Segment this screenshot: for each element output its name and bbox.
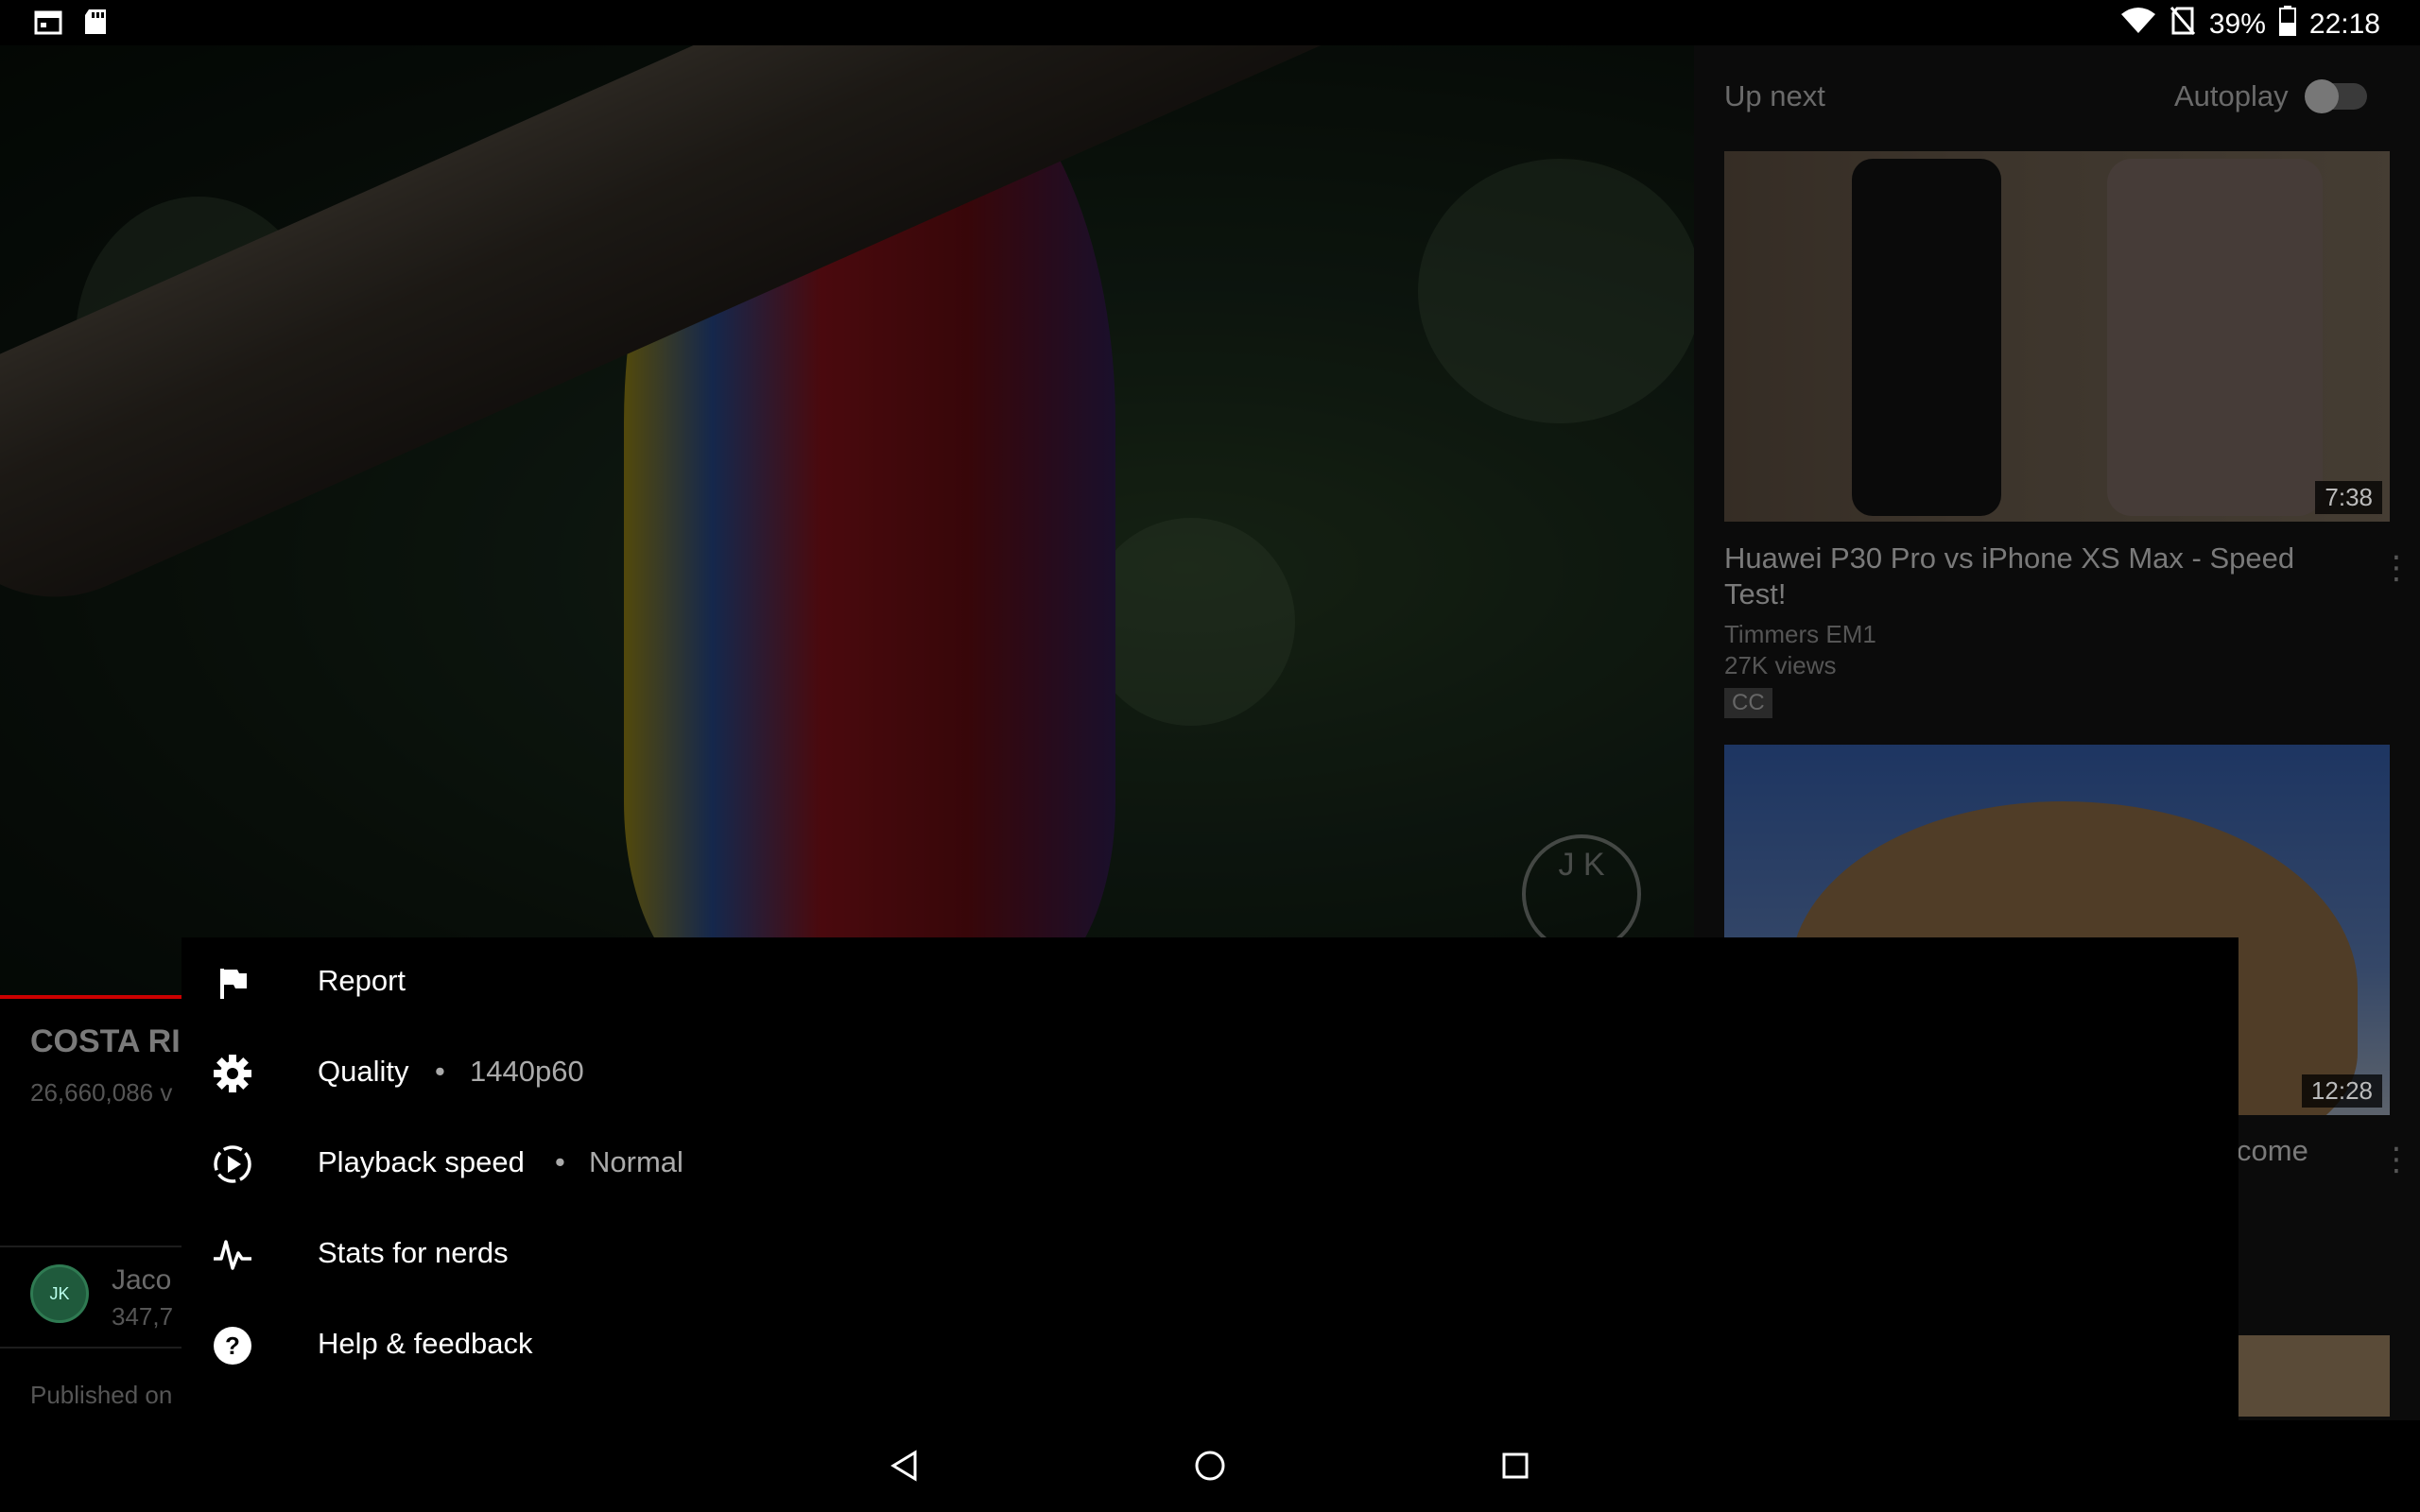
no-sim-icon [2169,6,2196,43]
menu-value-playback-speed: Normal [589,1145,683,1178]
menu-item-report[interactable]: Report [182,937,2238,1028]
cc-badge: CC [1724,688,1772,718]
navigation-bar [0,1420,2420,1512]
sd-card-icon [83,8,108,41]
menu-separator: • [435,1055,445,1088]
thumbnail-dim [1724,151,2390,522]
menu-item-help-feedback[interactable]: ? Help & feedback [182,1300,2238,1391]
menu-label-quality: Quality [318,1055,409,1088]
flag-icon [212,962,253,1004]
menu-value-quality: 1440p60 [470,1055,584,1088]
svg-text:?: ? [225,1332,240,1360]
avatar[interactable]: JK [30,1264,89,1323]
video-duration: 7:38 [2315,481,2382,514]
recents-icon[interactable] [1495,1445,1536,1486]
menu-item-stats-for-nerds[interactable]: Stats for nerds [182,1210,2238,1300]
menu-label-help-feedback: Help & feedback [318,1327,533,1360]
help-icon: ? [212,1325,253,1366]
more-options-icon[interactable]: ⋮ [2380,552,2412,584]
video-duration: 12:28 [2301,1074,2382,1108]
pulse-icon [212,1234,253,1276]
home-icon[interactable] [1189,1445,1231,1486]
calendar-icon [34,8,62,41]
video-dim-overlay [0,45,1694,995]
wifi-icon [2120,7,2156,43]
up-next-title-1[interactable]: Huawei P30 Pro vs iPhone XS Max - Speed … [1724,541,2329,612]
playback-speed-icon [212,1143,253,1185]
up-next-channel-1: Timmers EM1 [1724,620,1876,648]
status-bar-right: 39% 22:18 [2120,6,2380,43]
video-player[interactable]: J K [0,45,1694,995]
menu-label-report: Report [318,964,406,997]
up-next-header: Up next [1724,79,1825,112]
channel-name[interactable]: Jaco [112,1264,171,1297]
menu-item-playback-speed[interactable]: Playback speed • Normal [182,1119,2238,1210]
menu-item-quality[interactable]: Quality • 1440p60 [182,1028,2238,1119]
status-bar-left [34,8,108,41]
battery-icon [2278,6,2296,43]
menu-separator: • [555,1145,565,1178]
menu-label-playback-speed: Playback speed [318,1145,525,1178]
options-bottom-sheet: Report Quality • 1440p60 Playback speed … [182,937,2238,1420]
up-next-thumbnail-3[interactable] [2238,1335,2390,1417]
up-next-title-2[interactable]: come [2237,1134,2308,1168]
status-bar: 39% 22:18 [0,0,2420,45]
clock: 22:18 [2308,9,2380,40]
menu-label-stats-for-nerds: Stats for nerds [318,1236,509,1269]
autoplay-label: Autoplay [2174,79,2289,112]
gear-icon [212,1053,253,1094]
battery-percent: 39% [2208,9,2266,40]
autoplay-toggle[interactable] [2305,79,2367,113]
published-date: Published on [30,1381,173,1409]
channel-subscribers: 347,7 [112,1302,174,1331]
toggle-knob [2305,79,2339,113]
up-next-thumbnail-1[interactable]: 7:38 [1724,151,2390,522]
video-title: COSTA RI [30,1023,181,1059]
up-next-views-1: 27K views [1724,651,1837,679]
video-views: 26,660,086 v [30,1078,173,1107]
more-options-icon[interactable]: ⋮ [2380,1143,2412,1176]
back-icon[interactable] [884,1445,925,1486]
